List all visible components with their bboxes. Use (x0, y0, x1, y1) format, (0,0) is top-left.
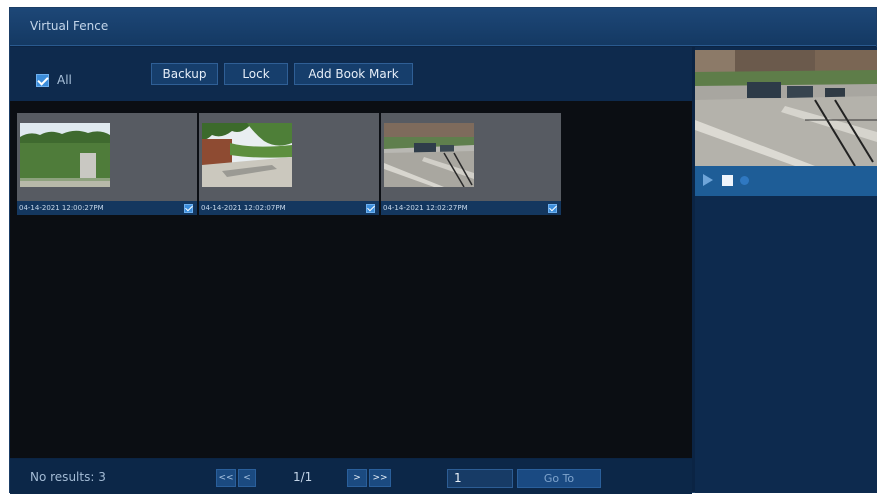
pagination-bar: No results: 3 << < 1/1 > >> 1 Go To (10, 459, 692, 494)
preview-panel (695, 47, 877, 493)
result-timestamp: 04-14-2021 12:02:07PM (201, 204, 286, 212)
checkbox-checked-icon[interactable] (36, 73, 49, 87)
add-bookmark-button[interactable]: Add Book Mark (294, 63, 413, 85)
results-count: No results: 3 (30, 470, 106, 484)
result-caption: 04-14-2021 12:02:07PM (199, 201, 379, 215)
title-bar: Virtual Fence (10, 8, 876, 46)
page-indicator: 1/1 (293, 470, 313, 484)
result-tile[interactable]: 04-14-2021 12:00:27PM (17, 113, 197, 215)
toolbar: All Backup Lock Add Book Mark (10, 47, 692, 101)
checkbox-checked-icon[interactable] (366, 204, 375, 213)
status-dot-icon (740, 176, 749, 185)
play-icon[interactable] (703, 174, 713, 186)
result-caption: 04-14-2021 12:02:27PM (381, 201, 561, 215)
prev-page-button[interactable]: < (238, 469, 256, 487)
page-number-input[interactable]: 1 (447, 469, 513, 488)
playback-controls (695, 166, 877, 196)
select-all-checkbox[interactable]: All (36, 73, 72, 87)
patio-thumbnail[interactable] (384, 123, 474, 187)
hedge-thumbnail[interactable] (20, 123, 110, 187)
results-grid: 04-14-2021 12:00:27PM 04-14-2021 12:02:0… (10, 101, 692, 458)
next-page-button[interactable]: > (347, 469, 367, 487)
result-tile[interactable]: 04-14-2021 12:02:07PM (199, 113, 379, 215)
stop-icon[interactable] (722, 175, 733, 186)
garden-thumbnail[interactable] (202, 123, 292, 187)
result-timestamp: 04-14-2021 12:00:27PM (19, 204, 104, 212)
checkbox-checked-icon[interactable] (184, 204, 193, 213)
checkbox-checked-icon[interactable] (548, 204, 557, 213)
video-preview[interactable] (695, 50, 877, 166)
select-all-label: All (57, 73, 72, 87)
window-title: Virtual Fence (30, 19, 109, 33)
result-tile[interactable]: 04-14-2021 12:02:27PM (381, 113, 561, 215)
last-page-button[interactable]: >> (369, 469, 391, 487)
go-to-button[interactable]: Go To (517, 469, 601, 488)
backup-button[interactable]: Backup (151, 63, 218, 85)
result-timestamp: 04-14-2021 12:02:27PM (383, 204, 468, 212)
first-page-button[interactable]: << (216, 469, 236, 487)
result-caption: 04-14-2021 12:00:27PM (17, 201, 197, 215)
virtual-fence-window: Virtual Fence All Backup Lock Add Book M… (9, 7, 877, 494)
lock-button[interactable]: Lock (224, 63, 288, 85)
